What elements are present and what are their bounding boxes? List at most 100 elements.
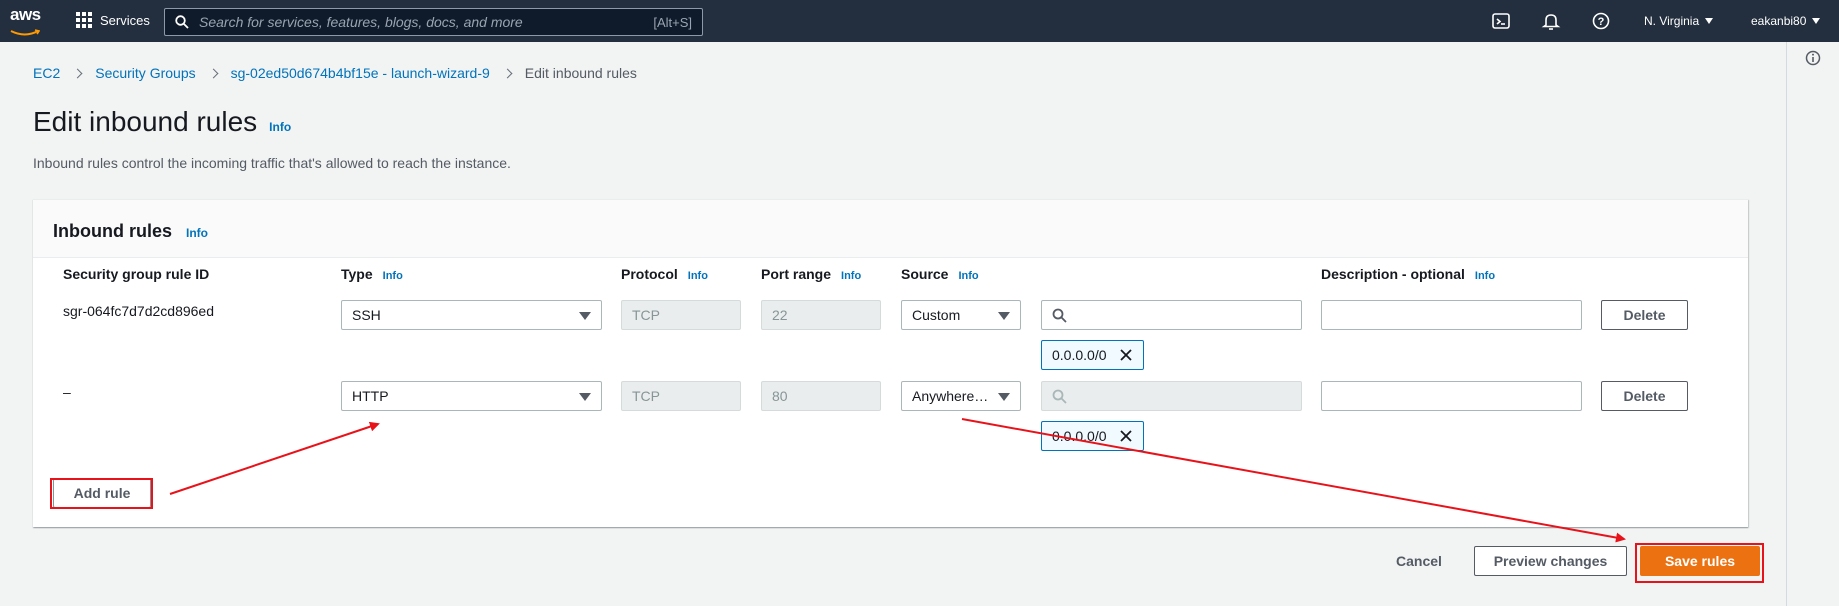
description-input[interactable]	[1321, 381, 1582, 411]
port-value: 80	[772, 388, 788, 404]
caret-down-icon	[998, 312, 1010, 320]
save-label: Save rules	[1664, 553, 1736, 569]
grid-icon	[76, 12, 92, 28]
col-source: Source Info	[901, 266, 979, 282]
cidr-search-input	[1041, 381, 1302, 411]
col-port-label: Port range	[761, 266, 832, 282]
panel-title-text: Inbound rules	[53, 221, 172, 241]
panel-title: Inbound rules Info	[53, 221, 208, 242]
caret-down-icon	[1812, 18, 1821, 24]
type-info-link[interactable]: Info	[383, 270, 403, 282]
search-input[interactable]: Search for services, features, blogs, do…	[164, 8, 703, 36]
rule-id: sgr-064fc7d7d2cd896ed	[63, 303, 215, 319]
caret-down-icon	[998, 393, 1010, 401]
source-value: Anywhere…	[912, 388, 989, 404]
aws-logo[interactable]: aws	[10, 6, 46, 36]
page-description: Inbound rules control the incoming traff…	[33, 155, 511, 171]
region-label: N. Virginia	[1644, 14, 1700, 28]
close-icon[interactable]	[1119, 429, 1133, 443]
col-rule-id: Security group rule ID	[63, 266, 209, 282]
col-port-range: Port range Info	[761, 266, 861, 282]
cancel-label: Cancel	[1396, 553, 1442, 569]
protocol-value: TCP	[632, 307, 660, 323]
preview-changes-button[interactable]: Preview changes	[1474, 546, 1627, 576]
col-source-label: Source	[901, 266, 949, 282]
chevron-right-icon	[208, 68, 219, 78]
caret-down-icon	[579, 393, 591, 401]
breadcrumb-ec2[interactable]: EC2	[33, 65, 60, 81]
cancel-button[interactable]: Cancel	[1380, 546, 1458, 576]
cidr-token: 0.0.0.0/0	[1041, 421, 1144, 451]
user-label: eakanbi80	[1751, 14, 1807, 28]
page-title-text: Edit inbound rules	[33, 106, 258, 137]
source-info-link[interactable]: Info	[958, 270, 978, 282]
source-select[interactable]: Anywhere…	[901, 381, 1021, 411]
delete-button[interactable]: Delete	[1601, 381, 1688, 411]
caret-down-icon	[1705, 18, 1714, 24]
top-navigation: aws Services Search for services, featur…	[0, 0, 1839, 42]
description-input[interactable]	[1321, 300, 1582, 330]
type-value: HTTP	[352, 388, 389, 404]
cidr-value: 0.0.0.0/0	[1052, 347, 1107, 363]
aws-smile-icon	[10, 29, 41, 36]
type-value: SSH	[352, 307, 381, 323]
save-rules-button[interactable]: Save rules	[1640, 546, 1760, 576]
services-menu[interactable]: Services	[76, 12, 150, 28]
type-select[interactable]: SSH	[341, 300, 602, 330]
cloudshell-icon[interactable]	[1491, 11, 1511, 31]
services-label: Services	[100, 12, 150, 28]
protocol-field: TCP	[621, 381, 741, 411]
port-info-link[interactable]: Info	[841, 270, 861, 282]
add-rule-button[interactable]: Add rule	[53, 478, 151, 508]
search-shortcut: [Alt+S]	[653, 14, 692, 30]
tools-rail	[1786, 42, 1839, 606]
port-range-field: 22	[761, 300, 881, 330]
panel-info-link[interactable]: Info	[186, 226, 208, 240]
port-range-field: 80	[761, 381, 881, 411]
page-title: Edit inbound rules Info	[33, 106, 291, 138]
col-protocol: Protocol Info	[621, 266, 708, 282]
col-rule-id-label: Security group rule ID	[63, 266, 210, 282]
add-rule-label: Add rule	[73, 485, 131, 501]
caret-down-icon	[579, 312, 591, 320]
search-placeholder: Search for services, features, blogs, do…	[199, 14, 523, 30]
col-description: Description - optional Info	[1321, 266, 1495, 282]
svg-text:?: ?	[1598, 16, 1605, 28]
breadcrumb-security-groups[interactable]: Security Groups	[95, 65, 195, 81]
preview-label: Preview changes	[1493, 553, 1608, 569]
account-menu[interactable]: eakanbi80	[1751, 14, 1821, 28]
search-icon	[1052, 308, 1067, 323]
protocol-value: TCP	[632, 388, 660, 404]
cidr-value: 0.0.0.0/0	[1052, 428, 1107, 444]
breadcrumb-security-group[interactable]: sg-02ed50d674b4bf15e - launch-wizard-9	[231, 65, 490, 81]
col-description-label: Description - optional	[1321, 266, 1465, 282]
rule-id: –	[63, 384, 71, 400]
cidr-search-input[interactable]	[1041, 300, 1302, 330]
col-type-label: Type	[341, 266, 373, 282]
protocol-info-link[interactable]: Info	[688, 270, 708, 282]
search-icon	[175, 15, 189, 29]
source-select[interactable]: Custom	[901, 300, 1021, 330]
delete-button[interactable]: Delete	[1601, 300, 1688, 330]
chevron-right-icon	[502, 68, 513, 78]
page-info-link[interactable]: Info	[269, 120, 291, 134]
help-icon[interactable]: ?	[1591, 11, 1611, 31]
breadcrumb-current: Edit inbound rules	[524, 65, 637, 81]
bell-icon[interactable]	[1541, 11, 1561, 31]
cidr-token: 0.0.0.0/0	[1041, 340, 1144, 370]
description-info-link[interactable]: Info	[1475, 270, 1495, 282]
type-select[interactable]: HTTP	[341, 381, 602, 411]
protocol-field: TCP	[621, 300, 741, 330]
col-protocol-label: Protocol	[621, 266, 678, 282]
delete-label: Delete	[1623, 388, 1666, 404]
delete-label: Delete	[1623, 307, 1666, 323]
inbound-rules-panel: Inbound rules Info Security group rule I…	[33, 199, 1748, 527]
aws-logo-text: aws	[10, 5, 41, 24]
region-selector[interactable]: N. Virginia	[1644, 14, 1714, 28]
close-icon[interactable]	[1119, 348, 1133, 362]
breadcrumb: EC2 Security Groups sg-02ed50d674b4bf15e…	[33, 65, 637, 81]
chevron-right-icon	[72, 68, 83, 78]
search-icon	[1052, 389, 1067, 404]
info-icon[interactable]	[1805, 50, 1821, 66]
col-type: Type Info	[341, 266, 403, 282]
